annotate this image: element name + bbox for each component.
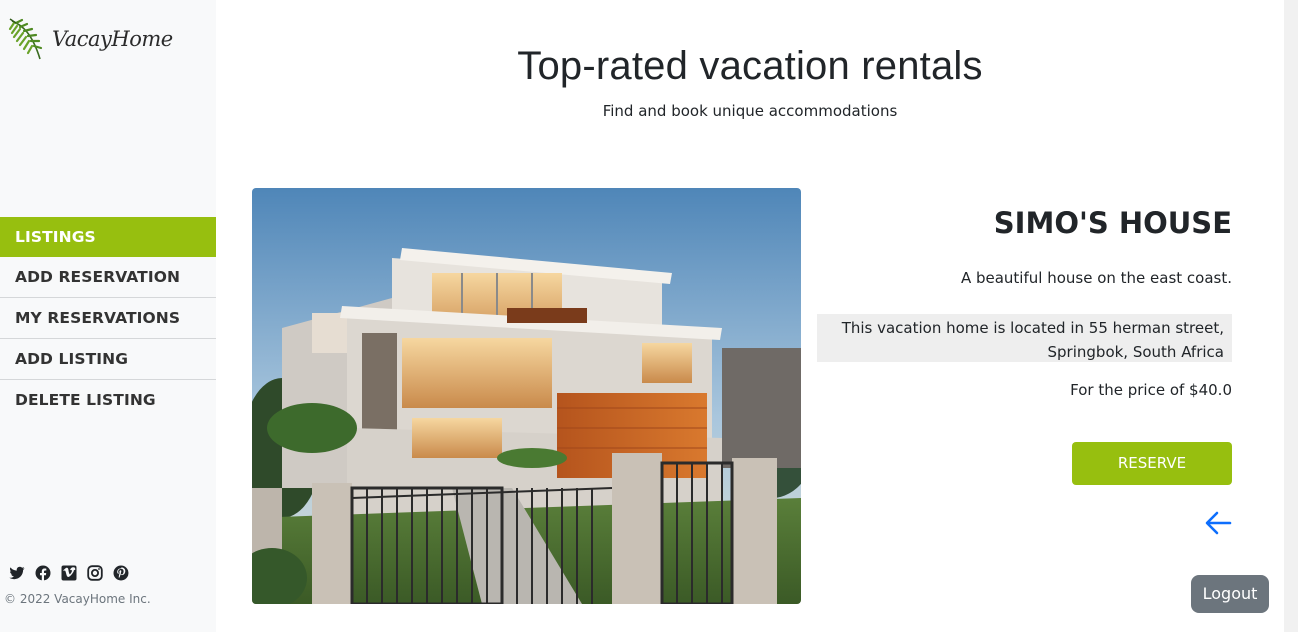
sidebar-nav: LISTINGS ADD RESERVATION MY RESERVATIONS… — [0, 217, 216, 421]
listing-description: A beautiful house on the east coast. — [960, 269, 1232, 287]
listing-price: For the price of $40.0 — [1070, 381, 1232, 399]
reserve-button[interactable]: RESERVE — [1072, 442, 1232, 485]
palm-leaf-icon — [8, 18, 43, 60]
instagram-icon[interactable] — [86, 564, 104, 582]
main-content: Top-rated vacation rentals Find and book… — [216, 0, 1284, 632]
listing-name: SIMO'S HOUSE — [993, 206, 1232, 240]
listing-photo — [252, 188, 801, 604]
location-line-1: This vacation home is located in 55 herm… — [841, 319, 1224, 337]
brand-logo[interactable]: VacayHome — [6, 14, 186, 64]
sidebar: VacayHome LISTINGS ADD RESERVATION MY RE… — [0, 0, 216, 632]
sidebar-item-listings[interactable]: LISTINGS — [0, 217, 216, 257]
location-line-2: Springbok, South Africa — [1047, 343, 1224, 361]
pinterest-icon[interactable] — [112, 564, 130, 582]
social-links — [8, 564, 130, 582]
facebook-icon[interactable] — [34, 564, 52, 582]
sidebar-item-my-reservations[interactable]: MY RESERVATIONS — [0, 298, 216, 339]
copyright-text: © 2022 VacayHome Inc. — [4, 592, 151, 606]
arrow-left-icon[interactable] — [1204, 510, 1232, 536]
page-title: Top-rated vacation rentals — [517, 44, 983, 88]
listing-location: This vacation home is located in 55 herm… — [817, 314, 1232, 362]
sidebar-item-delete-listing[interactable]: DELETE LISTING — [0, 380, 216, 421]
brand-name: VacayHome — [52, 27, 173, 51]
vimeo-icon[interactable] — [60, 564, 78, 582]
sidebar-item-add-listing[interactable]: ADD LISTING — [0, 339, 216, 380]
sidebar-item-add-reservation[interactable]: ADD RESERVATION — [0, 257, 216, 298]
logout-button[interactable]: Logout — [1191, 575, 1269, 613]
page-subtitle: Find and book unique accommodations — [602, 102, 898, 120]
twitter-icon[interactable] — [8, 564, 26, 582]
scrollbar-track[interactable] — [1284, 0, 1298, 632]
